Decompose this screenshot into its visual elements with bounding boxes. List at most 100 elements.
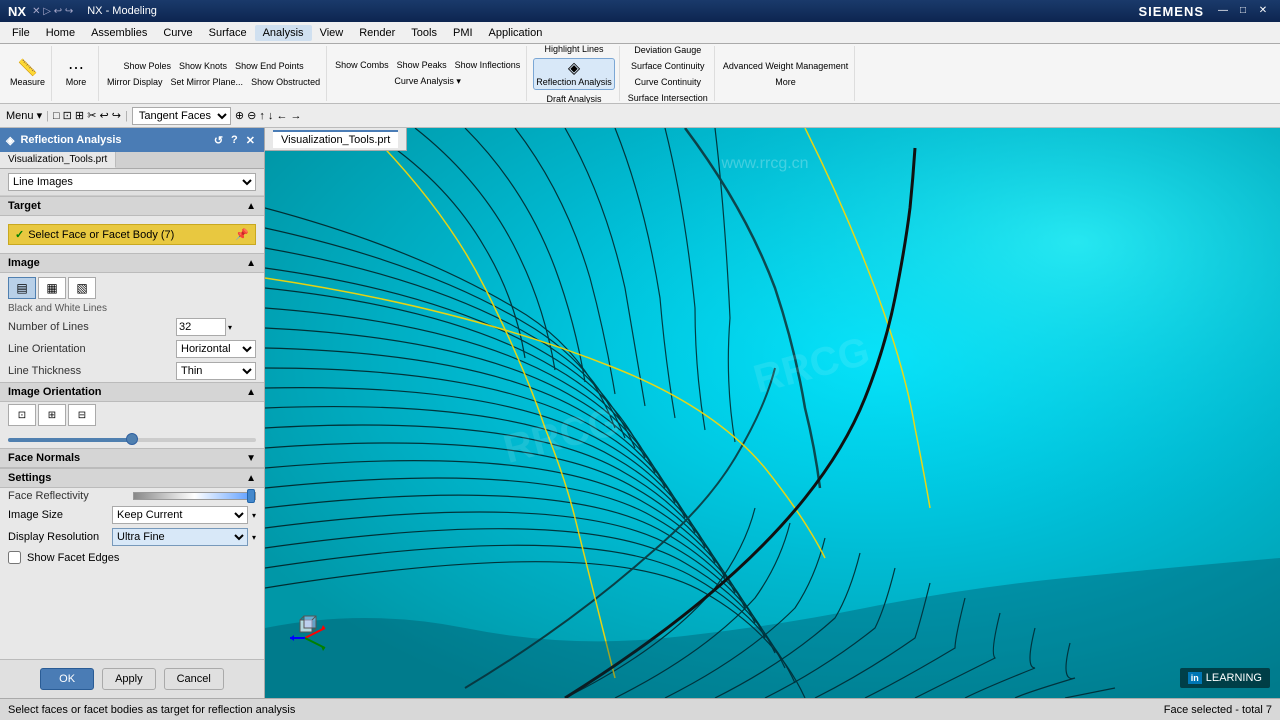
mode-black-white-btn[interactable]: ▤ [8,277,36,299]
set-mirror-plane-btn[interactable]: Set Mirror Plane... [169,75,246,89]
menu-surface[interactable]: Surface [201,25,255,41]
color-stripes-icon: ▦ [46,281,57,295]
line-orientation-select[interactable]: Horizontal Vertical [176,340,256,358]
cmd-icons2: ⊕ ⊖ ↑ ↓ ← → [235,109,302,122]
reflection-analysis-btn[interactable]: ◈Reflection Analysis [533,58,615,90]
menu-pmi[interactable]: PMI [445,25,481,41]
curve-continuity-btn[interactable]: Curve Continuity [633,75,704,89]
show-combs-btn[interactable]: Show Combs [333,58,391,72]
orient-icon-3: ⊟ [78,410,86,421]
show-facet-edges-row: Show Facet Edges [0,548,264,567]
minimize-button[interactable]: — [1214,4,1232,18]
curve-analysis-btn[interactable]: Curve Analysis ▾ [392,74,463,89]
target-section-header[interactable]: Target ▲ [0,196,264,216]
toolbar-measure-btn[interactable]: 📏 Measure [8,59,47,89]
linkedin-text: LEARNING [1206,672,1262,684]
show-poles-btn[interactable]: Show Poles [122,59,174,73]
surface-intersection-btn[interactable]: Surface Intersection [626,91,710,105]
image-orientation-header[interactable]: Image Orientation ▲ [0,382,264,402]
menu-assemblies[interactable]: Assemblies [83,25,155,41]
tangent-faces-dropdown[interactable]: Tangent Faces All Faces [132,107,231,125]
face-normals-label: Face Normals [8,452,80,464]
dialog-close-btn[interactable]: ✕ [243,134,258,147]
face-reflectivity-label: Face Reflectivity [8,490,129,502]
surface-continuity-label: Surface Continuity [631,61,705,71]
menu-render[interactable]: Render [351,25,403,41]
settings-label: Settings [8,472,51,484]
show-peaks-btn[interactable]: Show Peaks [395,58,449,72]
menu-file[interactable]: File [4,25,38,41]
target-select-label: Select Face or Facet Body (7) [28,229,231,241]
display-resolution-select[interactable]: Ultra Fine Fine Normal Coarse [112,528,248,546]
dialog-help-btn[interactable]: ? [228,134,241,147]
orient-btn-3[interactable]: ⊟ [68,404,96,426]
curve-group: Show Combs Show Peaks Show Inflections C… [329,46,527,101]
display-row2: Mirror Display Set Mirror Plane... Show … [105,75,322,89]
custom-icon: ▧ [76,281,87,295]
toolbar-more-btn[interactable]: ⋯ More [58,59,94,89]
app-icon: NX [8,4,26,19]
orient-btn-1[interactable]: ⊡ [8,404,36,426]
show-knots-label: Show Knots [179,61,227,71]
reflectivity-thumb[interactable] [247,489,255,503]
reflectivity-bar[interactable] [133,492,256,500]
target-select-row[interactable]: ✓ Select Face or Facet Body (7) 📌 [8,224,256,245]
mode-color-stripes-btn[interactable]: ▦ [38,277,66,299]
show-end-points-btn[interactable]: Show End Points [233,59,306,73]
menu-view[interactable]: View [312,25,352,41]
linkedin-badge: in LEARNING [1180,668,1270,688]
image-section-content: ▤ ▦ ▧ Black and White Lines Number of Li… [0,273,264,382]
cancel-button[interactable]: Cancel [164,668,224,690]
close-button[interactable]: ✕ [1254,4,1272,18]
reflection-label: Reflection Analysis [536,77,612,87]
viewport-tab-bar: Visualization_Tools.prt [265,128,407,151]
image-section-header[interactable]: Image ▲ [0,253,264,273]
orient-btn-2[interactable]: ⊞ [38,404,66,426]
reflection-icon: ◈ [568,61,580,77]
menu-curve[interactable]: Curve [155,25,200,41]
mirror-display-btn[interactable]: Mirror Display [105,75,165,89]
type-dropdown[interactable]: Line Images Environment Photo Studio [8,173,256,191]
menu-tools[interactable]: Tools [403,25,445,41]
viewport-tab-item[interactable]: Visualization_Tools.prt [273,130,398,148]
curve-row1: Show Combs Show Peaks Show Inflections [333,58,522,72]
dialog-icon: ◈ [6,134,14,147]
line-thickness-select[interactable]: Thin Medium Thick [176,362,256,380]
display-row1: Show Poles Show Knots Show End Points [122,59,306,73]
face-normals-header[interactable]: Face Normals ▼ [0,448,264,468]
draft-analysis-btn[interactable]: Draft Analysis [544,92,603,105]
num-lines-input[interactable] [176,318,226,336]
apply-button[interactable]: Apply [102,668,156,690]
tooltip-text: Black and White Lines [8,303,107,314]
mode-custom-btn[interactable]: ▧ [68,277,96,299]
show-inflections-btn[interactable]: Show Inflections [453,58,523,72]
menu-label: Menu ▾ [6,109,42,122]
highlight-lines-btn[interactable]: 〰Highlight Lines [542,44,605,56]
company-label: SIEMENS [1138,4,1204,19]
toolbar-measure-group: 📏 Measure [4,46,52,101]
orientation-slider-thumb[interactable] [126,433,138,445]
show-obstructed-btn[interactable]: Show Obstructed [249,75,322,89]
menu-application[interactable]: Application [481,25,551,41]
display-res-arrow: ▾ [252,533,256,542]
settings-chevron: ▲ [246,473,256,484]
advanced-weight-btn[interactable]: Advanced Weight Management [721,59,850,73]
surface-continuity-btn[interactable]: Surface Continuity [629,59,707,73]
show-end-points-label: Show End Points [235,61,304,71]
show-knots-btn[interactable]: Show Knots [177,59,229,73]
deviation-gauge-btn[interactable]: Deviation Gauge [632,44,703,57]
ok-button[interactable]: OK [40,668,94,690]
show-facet-edges-checkbox[interactable] [8,551,21,564]
tab-visualization-tools[interactable]: Visualization_Tools.prt [0,152,116,168]
viewport-svg: www.rrcg.cn RRCG RRCG [265,128,1280,698]
dialog-reset-btn[interactable]: ↺ [211,134,226,147]
menu-home[interactable]: Home [38,25,83,41]
image-size-select[interactable]: Keep Current Small Medium Large [112,506,248,524]
image-mode-tooltip: Black and White Lines [0,303,264,316]
image-label: Image [8,257,40,269]
measure-label: Measure [10,77,45,87]
settings-header[interactable]: Settings ▲ [0,468,264,488]
menu-analysis[interactable]: Analysis [255,25,312,41]
maximize-button[interactable]: □ [1234,4,1252,18]
more-btn2[interactable]: More [768,75,804,89]
